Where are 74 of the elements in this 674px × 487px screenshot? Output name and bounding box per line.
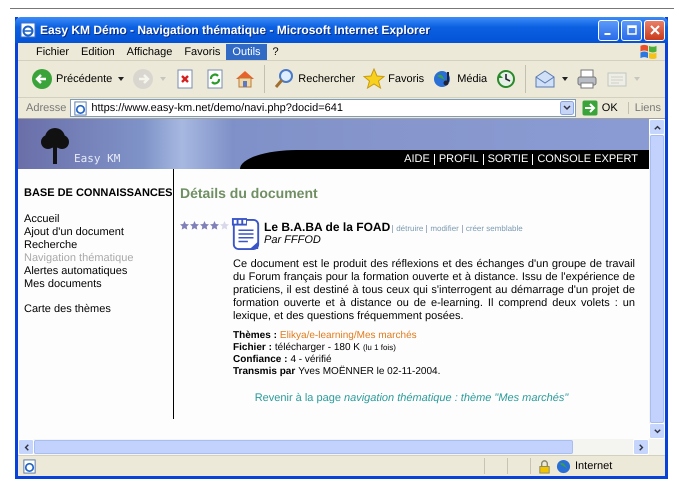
minimize-button[interactable] [598,20,619,40]
minimize-icon [604,33,610,35]
close-button[interactable] [644,20,665,40]
horizontal-scrollbar[interactable] [18,439,665,455]
sidebar-link[interactable]: Mes documents [24,278,173,291]
site-logo-text: Easy KM [74,152,120,165]
star-icon [363,68,386,90]
media-button[interactable]: Média [429,66,490,92]
address-label: Adresse [26,102,66,114]
globe-icon [556,458,571,474]
favorites-button[interactable]: Favoris [360,66,428,92]
browser-icon [20,22,36,38]
menu-item[interactable]: ? [266,44,285,60]
field-label: Fichier : [233,342,272,354]
menu-item[interactable]: Affichage [120,44,178,60]
scroll-up-button[interactable] [649,119,665,135]
links-button[interactable]: Liens [628,102,665,114]
go-button[interactable]: OK [580,100,624,116]
page-icon [73,100,88,116]
lock-icon [537,458,552,474]
field-value: 4 - vérifié [290,354,332,366]
scroll-thumb[interactable] [650,135,664,423]
document-description: Ce document est le produit des réflexions et des échanges d'un groupe de travail du Forum français pour la formation ouverte et à distance. Issu de l'expérience de praticiens, il est destiné à tous ceux qui s'interrogent au démarrage d'un projet de formation ouverte et à distance ou de e-learning. Il comprend deux volets : un lexique, et des questions fréquemment posées. [233,258,635,323]
sidebar-link[interactable]: Alertes automatiques [24,265,173,278]
go-arrow-icon [582,100,598,116]
nav-link[interactable]: SORTIE [482,154,532,165]
close-icon [650,25,660,35]
dropdown-icon[interactable] [560,101,574,115]
nav-link[interactable]: PROFIL [434,154,483,165]
nav-link[interactable]: CONSOLE EXPERT [532,154,642,165]
sidebar-link[interactable]: Ajout d'un document [24,226,173,239]
document-icon [231,217,261,251]
field-note: (lu 1 fois) [362,342,396,354]
security-zone-label: Internet [575,460,612,472]
nav-link[interactable]: AIDE [400,154,434,165]
menu-item[interactable]: Edition [75,44,121,60]
search-button[interactable]: Rechercher [270,66,358,92]
sidebar-link[interactable]: Recherche [24,239,173,252]
field-label: Thèmes : [233,330,277,342]
caret-down-icon [652,426,662,436]
back-button[interactable]: Précédente [28,66,128,92]
vertical-scrollbar[interactable] [649,119,665,439]
caret-icon [160,77,166,81]
document-author: Par FFFOD [264,234,322,246]
window-title: Easy KM Démo - Navigation thématique - Microsoft Internet Explorer [40,23,432,37]
tree-logo-icon [40,126,70,166]
maximize-button[interactable] [621,20,642,40]
maximize-icon [626,25,636,35]
field-value: Yves MOËNNER le 02-11-2004. [298,366,440,378]
scroll-down-button[interactable] [649,423,665,439]
caret-icon [634,77,640,81]
field-label: Confiance : [233,354,288,366]
field-label: Transmis par [233,366,296,378]
printer-icon [576,68,598,90]
envelope-icon [534,68,556,90]
scroll-thumb[interactable] [34,440,573,454]
sidebar-heading: BASE DE CONNAISSANCES [24,187,173,199]
document-title: Le B.A.BA de la FOAD [264,220,390,234]
page-icon [22,458,37,474]
menu-item[interactable]: Favoris [178,44,226,60]
caret-right-icon [636,442,646,452]
house-icon [234,68,256,90]
scroll-right-button[interactable] [633,439,649,455]
search-icon [273,68,296,90]
sidebar-link[interactable]: Accueil [24,213,173,226]
scroll-left-button[interactable] [18,439,34,455]
field-value: télécharger - 180 K [274,342,360,354]
menu-item[interactable]: Fichier [30,44,76,60]
menu-item[interactable]: Outils [226,44,267,60]
sidebar-link[interactable]: Carte des thèmes [24,303,173,316]
caret-icon [118,77,124,81]
page-heading: Détails du document [180,185,319,201]
caret-icon [562,77,568,81]
address-field[interactable]: https://www.easy-km.net/demo/navi.php?docid=641 [70,99,576,117]
